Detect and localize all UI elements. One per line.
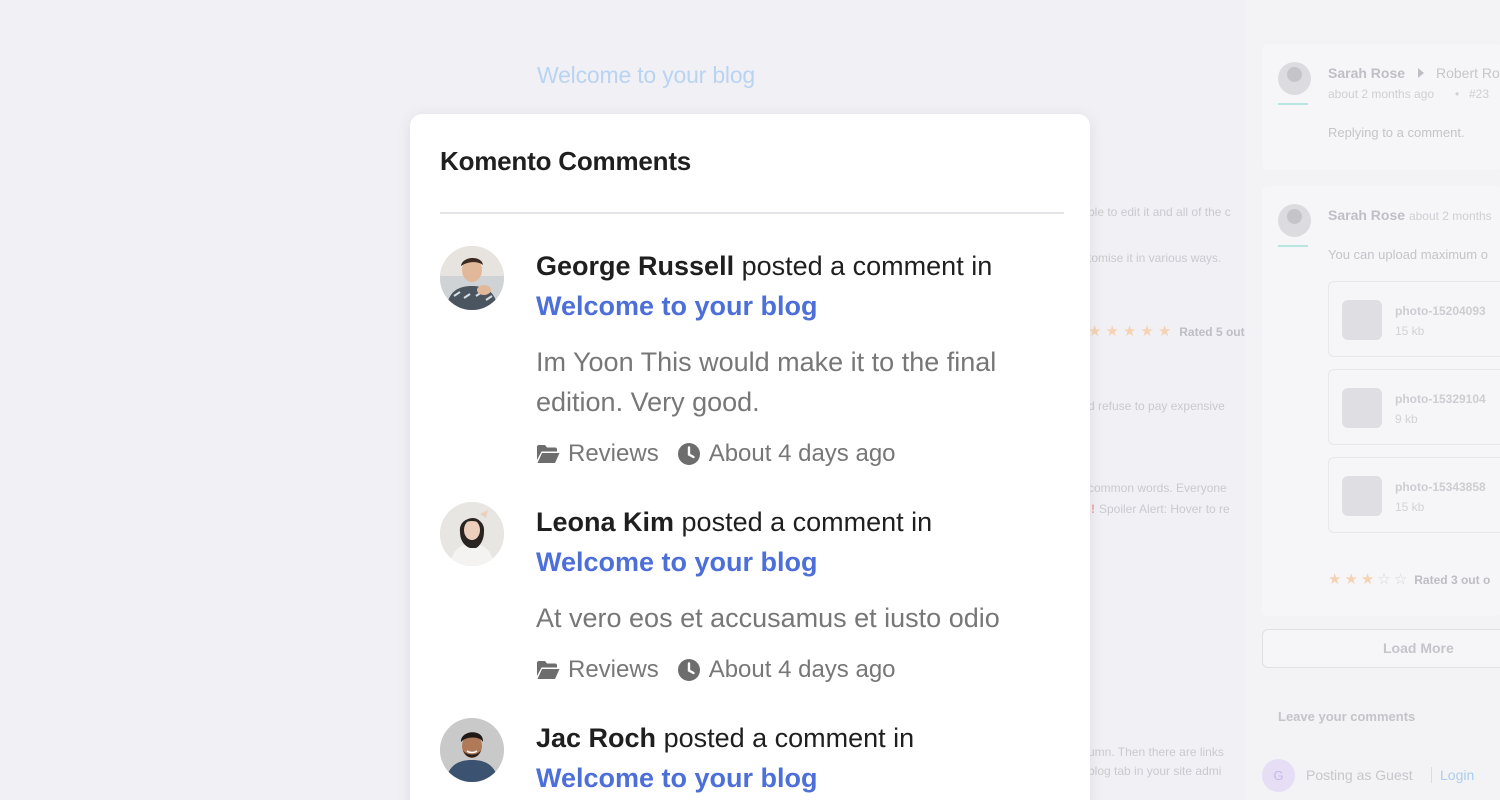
attachment-size: 15 kb [1395,324,1425,338]
divider [440,212,1064,214]
comment-headline: Jac Roch posted a comment in [536,718,1066,758]
divider [1431,767,1432,783]
attachment-item[interactable]: photo-15204093 15 kb [1328,281,1500,357]
rating-text: Rated 5 out o [1179,324,1246,339]
time-label: About 4 days ago [708,440,896,467]
star-icon: ★ [1122,324,1137,339]
comment-time: About 4 days ago [677,656,896,684]
category-label: Reviews [568,440,659,467]
folder-open-icon [537,445,560,463]
widget-title: Komento Comments [440,146,692,176]
background-blog-title[interactable]: Welcome to your blog [537,62,755,89]
comment-author[interactable]: George Russell [536,251,734,281]
background-snippet: blog tab in your site admi [1088,764,1222,778]
attachment-name: photo-15204093 [1395,304,1486,318]
comment-action: posted a comment in [656,723,915,753]
leave-comments-heading: Leave your comments [1278,709,1416,724]
comment-text: Replying to a comment. [1328,125,1465,140]
star-icon: ★ [1157,324,1172,339]
avatar[interactable] [440,718,504,782]
comment-text: You can upload maximum o [1328,247,1488,262]
posting-as-guest-label: Posting as Guest [1306,767,1413,783]
meta-separator: • [1455,87,1460,101]
reply-to-author[interactable]: Robert Ro [1436,65,1500,81]
guest-avatar: G [1262,759,1295,792]
attachment-thumbnail [1342,476,1382,516]
avatar-photo [440,502,504,566]
comment-author[interactable]: Jac Roch [536,723,656,753]
rating-text: Rated 3 out o [1414,572,1491,587]
clock-icon [677,443,700,465]
comment-author[interactable]: Leona Kim [536,507,674,537]
post-title-link[interactable]: Welcome to your blog [536,542,1066,582]
avatar[interactable] [440,502,504,566]
star-icon: ★ [1344,571,1358,588]
post-title-link[interactable]: Welcome to your blog [536,758,1066,798]
star-icon: ★ [1360,571,1375,588]
load-more-button[interactable]: Load More [1262,629,1500,668]
star-icon: ★ [1105,324,1119,339]
avatar [1278,204,1311,237]
category-label: Reviews [568,656,659,683]
attachment-size: 15 kb [1395,500,1425,514]
avatar-status-bar [1278,103,1308,105]
comment-body: George Russell posted a comment in Welco… [536,246,1066,474]
star-icon: ★ [1328,571,1342,588]
comment-number[interactable]: #23 [1469,87,1489,101]
attachment-item[interactable]: photo-15329104 9 kb [1328,369,1500,445]
comment-headline: Leona Kim posted a comment in [536,502,1066,542]
clock-icon [677,659,700,681]
avatar [1278,62,1311,95]
comment-action: posted a comment in [674,507,933,537]
comment-body: Leona Kim posted a comment in Welcome to… [536,502,1066,690]
star-icon: ★ [1088,324,1102,339]
spoiler-text[interactable]: Spoiler Alert: Hover to re [1099,502,1230,516]
time-label: About 4 days ago [708,656,896,683]
star-outline-icon: ☆ [1377,571,1391,588]
background-snippet: common words. Everyone [1088,481,1227,495]
avatar-status-bar [1278,245,1308,247]
background-snippet: umn. Then there are links [1088,745,1224,759]
comment-author[interactable]: Sarah Rose [1328,65,1405,81]
attachment-name: photo-15329104 [1395,392,1486,406]
comment-text: Im Yoon This would make it to the final … [536,347,997,417]
avatar-photo [440,246,504,310]
star-icon: ★ [1140,324,1154,339]
attachment-item[interactable]: photo-15343858 15 kb [1328,457,1500,533]
comment-rating: ★ ★ ★ ☆ ☆ Rated 3 out o [1328,572,1490,587]
reply-arrow-icon [1418,68,1424,78]
comment-body: Jac Roch posted a comment in Welcome to … [536,718,1066,798]
comment-meta: Reviews About 4 days ago [536,434,1066,474]
background-snippet: tomise it in various ways. [1088,251,1222,265]
comment-meta: Reviews About 4 days ago [536,650,1066,690]
comment-category[interactable]: Reviews [536,656,659,684]
attachment-thumbnail [1342,300,1382,340]
avatar-photo [440,718,504,782]
attachment-thumbnail [1342,388,1382,428]
attachment-size: 9 kb [1395,412,1418,426]
comment-text: At vero eos et accusamus et iusto odio [536,603,1000,633]
login-link[interactable]: Login [1440,767,1474,783]
comment-category[interactable]: Reviews [536,440,659,468]
spoiler-line: ! Spoiler Alert: Hover to re [1091,502,1249,516]
comment-author[interactable]: Sarah Rose about 2 months [1328,207,1492,223]
avatar[interactable] [440,246,504,310]
folder-open-icon [537,661,560,679]
post-title-link[interactable]: Welcome to your blog [536,286,1066,326]
background-snippet: d refuse to pay expensive [1088,399,1225,413]
comment-action: posted a comment in [734,251,993,281]
attachment-name: photo-15343858 [1395,480,1486,494]
comment-time: about 2 months ago [1328,87,1435,101]
comment-headline: George Russell posted a comment in [536,246,1066,286]
komento-comments-widget: Komento Comments George Russell posted a… [410,114,1090,800]
star-outline-icon: ☆ [1393,571,1408,588]
background-snippet: ble to edit it and all of the c [1088,205,1231,219]
comment-time: about 2 months [1408,209,1492,223]
alert-icon: ! [1091,502,1095,516]
comment-time: About 4 days ago [677,440,896,468]
background-rating: ★ ★ ★ ★ ★ Rated 5 out o [1088,324,1246,339]
